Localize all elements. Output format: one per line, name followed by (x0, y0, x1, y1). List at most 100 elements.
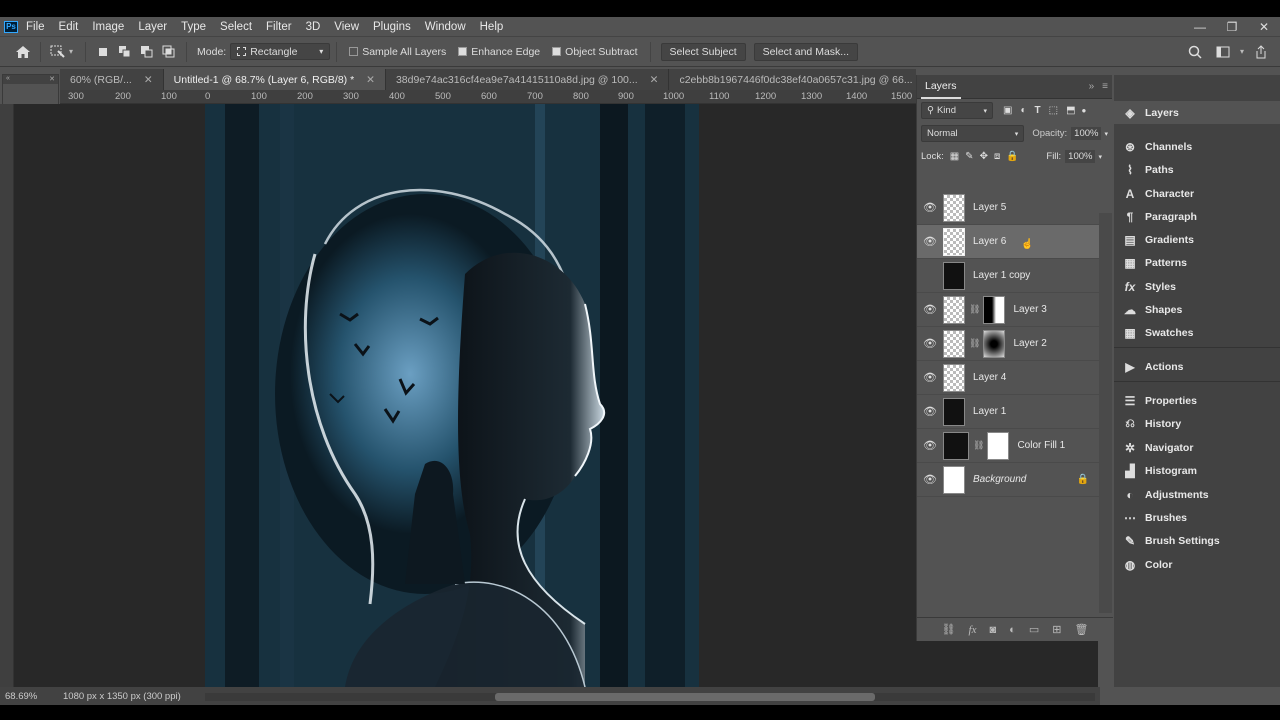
dock-item-character[interactable]: A Character (1114, 182, 1280, 205)
eye-icon[interactable]: 👁 (917, 235, 943, 248)
maximize-button[interactable]: ❐ (1216, 17, 1248, 36)
layer-row-layer-2[interactable]: 👁 ⛓ Layer 2 (917, 327, 1099, 361)
object-selection-tool-icon[interactable] (49, 43, 67, 61)
dock-item-properties[interactable]: ☰ Properties (1114, 389, 1280, 412)
layers-scrollbar[interactable] (1099, 213, 1112, 613)
dock-item-paths[interactable]: ⌇ Paths (1114, 158, 1280, 181)
menu-file[interactable]: File (26, 21, 45, 33)
menu-plugins[interactable]: Plugins (373, 21, 411, 33)
lock-transparent-icon[interactable]: ▦ (950, 151, 959, 162)
opacity-input[interactable]: 100% (1071, 127, 1102, 140)
eye-icon[interactable]: 👁 (917, 337, 943, 350)
eye-icon[interactable]: 👁 (917, 405, 943, 418)
layer-style-icon[interactable]: fx (969, 624, 977, 636)
sample-all-layers-checkbox[interactable]: Sample All Layers (349, 46, 446, 58)
filter-pixel-icon[interactable]: ▣ (1003, 105, 1012, 116)
layer-row-layer-1-copy[interactable]: Layer 1 copy (917, 259, 1099, 293)
close-icon[interactable]: ✕ (144, 74, 153, 86)
menu-filter[interactable]: Filter (266, 21, 292, 33)
new-group-icon[interactable]: ▭ (1029, 623, 1039, 636)
dock-item-brushes[interactable]: ⋯ Brushes (1114, 506, 1280, 529)
scrollbar-thumb[interactable] (495, 693, 875, 701)
enhance-edge-checkbox[interactable]: Enhance Edge (458, 46, 540, 58)
tool-preset-chevron-icon[interactable]: ▾ (69, 47, 73, 56)
dock-item-actions[interactable]: ▶ Actions (1114, 355, 1280, 378)
layer-row-color-fill-1[interactable]: 👁 ⛓ Color Fill 1 (917, 429, 1099, 463)
tab-document-4[interactable]: c2ebb8b1967446f0dc38ef40a0657c31.jpg @ 6… (669, 69, 916, 90)
dock-item-navigator[interactable]: ✲ Navigator (1114, 436, 1280, 459)
eye-icon[interactable]: 👁 (917, 473, 943, 486)
mode-select[interactable]: Rectangle ▾ (230, 43, 331, 60)
tab-document-active[interactable]: Untitled-1 @ 68.7% (Layer 6, RGB/8) * ✕ (163, 69, 386, 90)
eye-icon[interactable]: 👁 (917, 303, 943, 316)
intersect-selection-icon[interactable] (160, 43, 178, 61)
dock-item-channels[interactable]: ⊛ Channels (1114, 135, 1280, 158)
layers-tab[interactable]: Layers (921, 75, 961, 99)
dock-item-history[interactable]: ⎌ History (1114, 412, 1280, 435)
close-panel-icon[interactable]: ✕ (49, 75, 55, 84)
dock-item-adjustments[interactable]: ◐ Adjustments (1114, 483, 1280, 506)
close-button[interactable]: ✕ (1248, 17, 1280, 36)
tab-document-1[interactable]: 60% (RGB/... ✕ (60, 69, 164, 90)
menu-image[interactable]: Image (92, 21, 124, 33)
filter-type-icon[interactable]: T (1035, 105, 1041, 116)
layer-mask-thumbnail[interactable] (983, 295, 1006, 324)
menu-help[interactable]: Help (480, 21, 504, 33)
menu-3d[interactable]: 3D (306, 21, 321, 33)
lock-all-icon[interactable]: 🔒 (1006, 151, 1018, 162)
close-icon[interactable]: ✕ (650, 74, 659, 86)
dock-item-gradients[interactable]: ▤ Gradients (1114, 228, 1280, 251)
filter-toggle-icon[interactable]: ● (1082, 106, 1087, 115)
new-layer-icon[interactable]: ⊞ (1052, 623, 1061, 636)
filter-adjustment-icon[interactable]: ◐ (1020, 105, 1026, 116)
search-icon[interactable] (1186, 43, 1204, 61)
workspace-icon[interactable] (1214, 43, 1232, 61)
menu-select[interactable]: Select (220, 21, 252, 33)
filter-shape-icon[interactable]: ⬚ (1049, 105, 1058, 116)
lock-position-icon[interactable]: ✥ (980, 151, 988, 162)
menu-type[interactable]: Type (181, 21, 206, 33)
horizontal-scrollbar[interactable] (205, 693, 1095, 701)
lock-icon[interactable]: 🔒 (1077, 474, 1089, 485)
home-icon[interactable] (14, 43, 32, 61)
dock-item-histogram[interactable]: ▟ Histogram (1114, 459, 1280, 482)
menu-layer[interactable]: Layer (138, 21, 167, 33)
link-layers-icon[interactable]: ⛓ (942, 623, 956, 636)
eye-icon[interactable]: 👁 (917, 439, 943, 452)
lock-artboard-icon[interactable]: ⧈ (994, 151, 1000, 162)
layer-row-layer-4[interactable]: 👁 Layer 4 (917, 361, 1099, 395)
share-icon[interactable] (1252, 43, 1270, 61)
tab-document-3[interactable]: 38d9e74ac316cf4ea9e7a41415110a8d.jpg @ 1… (386, 69, 670, 90)
dock-item-brush-settings[interactable]: ✎ Brush Settings (1114, 529, 1280, 552)
dock-item-swatches[interactable]: ▦ Swatches (1114, 321, 1280, 344)
layer-row-layer-1[interactable]: 👁 Layer 1 (917, 395, 1099, 429)
subtract-from-selection-icon[interactable] (138, 43, 156, 61)
filter-smart-object-icon[interactable]: ⬒ (1066, 105, 1075, 116)
select-and-mask-button[interactable]: Select and Mask... (753, 42, 859, 61)
add-to-selection-icon[interactable] (116, 43, 134, 61)
dock-item-styles[interactable]: fx Styles (1114, 275, 1280, 298)
menu-window[interactable]: Window (425, 21, 466, 33)
document-canvas[interactable] (205, 104, 699, 687)
new-adjustment-layer-icon[interactable]: ◐ (1009, 624, 1016, 636)
object-subtract-checkbox[interactable]: Object Subtract (552, 46, 638, 58)
layer-row-background[interactable]: 👁 Background 🔒 (917, 463, 1099, 497)
new-selection-icon[interactable] (94, 43, 112, 61)
fill-chevron-icon[interactable]: ▾ (1098, 153, 1102, 161)
dock-item-color[interactable]: ◍ Color (1114, 553, 1280, 576)
layer-row-layer-5[interactable]: 👁 Layer 5 (917, 191, 1099, 225)
collapse-panel-icon[interactable]: » (1089, 81, 1095, 92)
dock-item-paragraph[interactable]: ¶ Paragraph (1114, 205, 1280, 228)
eye-icon[interactable]: 👁 (917, 201, 943, 214)
filter-kind-select[interactable]: ⚲ Kind ▾ (921, 102, 993, 119)
zoom-level[interactable]: 68.69% (5, 691, 57, 702)
dock-item-shapes[interactable]: ☁ Shapes (1114, 298, 1280, 321)
dock-item-patterns[interactable]: ▦ Patterns (1114, 251, 1280, 274)
dock-item-layers[interactable]: ◈ Layers (1114, 101, 1280, 124)
fill-input[interactable]: 100% (1065, 150, 1096, 163)
lock-pixels-icon[interactable]: ✎ (965, 151, 973, 162)
workspace-chevron-icon[interactable]: ▾ (1240, 47, 1244, 56)
menu-edit[interactable]: Edit (59, 21, 79, 33)
layer-row-layer-3[interactable]: 👁 ⛓ Layer 3 (917, 293, 1099, 327)
layer-row-layer-6[interactable]: 👁 Layer 6 ☝ (917, 225, 1099, 259)
